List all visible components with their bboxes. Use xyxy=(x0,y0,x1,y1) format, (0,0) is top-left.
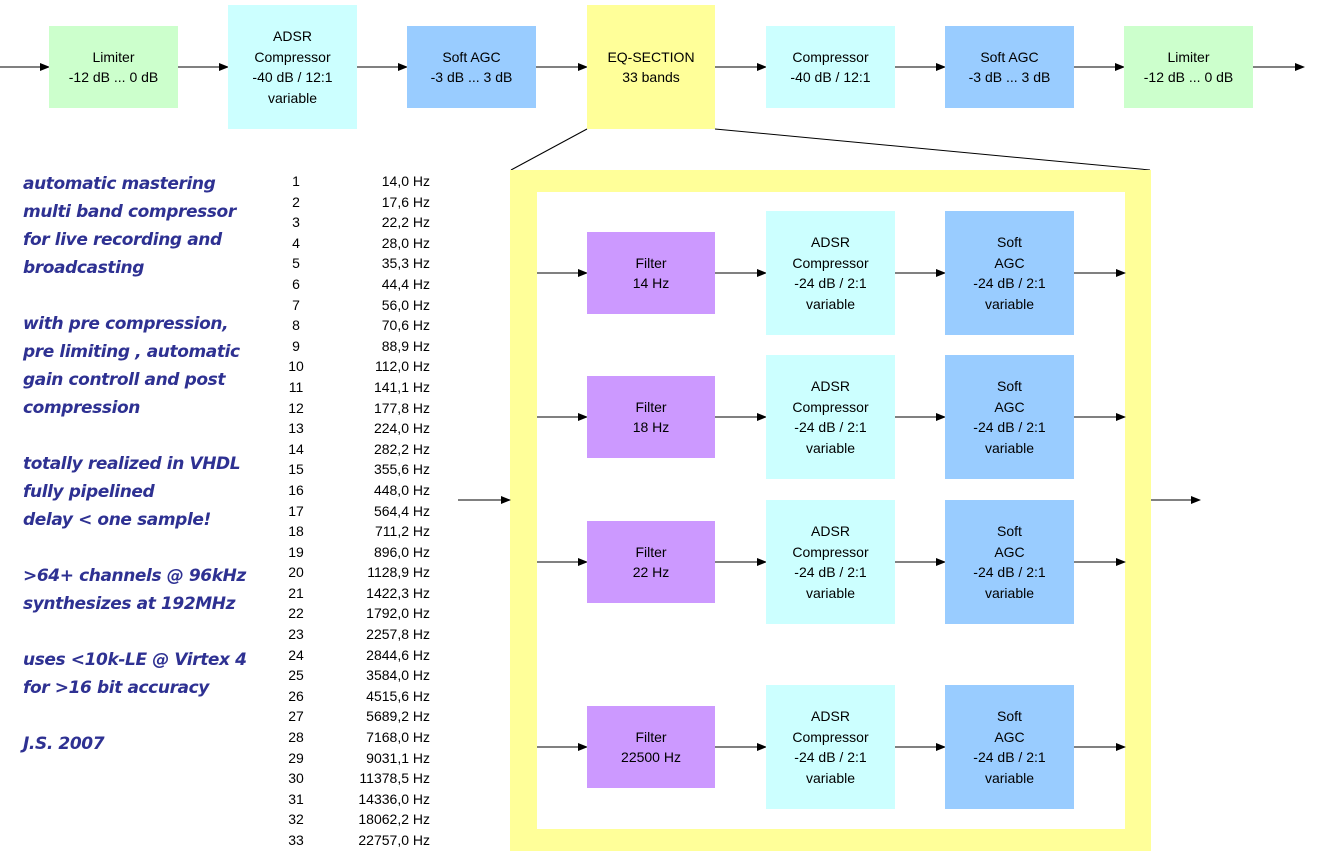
band-agc-block: Soft AGC -24 dB / 2:1 variable xyxy=(945,685,1074,809)
band-agc-block-label-line: variable xyxy=(984,584,1035,601)
band-agc-block-label-line: -24 dB / 2:1 xyxy=(973,275,1046,291)
band-agc-block-label-line: AGC xyxy=(994,728,1025,745)
band-compressor-block-label-line: variable xyxy=(805,769,856,786)
band-agc-block-label-line: Soft xyxy=(997,234,1022,250)
band-compressor-block-label-line: -24 dB / 2:1 xyxy=(794,564,867,580)
band-agc-block-label-line: Soft xyxy=(997,708,1022,724)
band-compressor-block-label-line: ADSR xyxy=(811,523,850,539)
filter-block-label-line: 22500 Hz xyxy=(621,749,681,765)
filter-block-label-line: 18 Hz xyxy=(632,419,670,435)
band-compressor-block-label-line: Compressor xyxy=(792,398,869,415)
band-compressor-block-label-line: variable xyxy=(805,295,856,312)
band-compressor-block-label-line: ADSR xyxy=(811,378,850,394)
band-agc-block-label-line: AGC xyxy=(994,254,1025,271)
band-agc-block-label-line: variable xyxy=(984,295,1035,312)
band-compressor-block: ADSR Compressor -24 dB / 2:1 variable xyxy=(766,685,895,809)
band-compressor-block-label-line: Compressor xyxy=(792,728,869,745)
band-agc-block: Soft AGC -24 dB / 2:1 variable xyxy=(945,500,1074,624)
band-compressor-block-label-line: ADSR xyxy=(811,234,850,250)
band-agc-block-label-line: -24 dB / 2:1 xyxy=(973,564,1046,580)
band-compressor-block-label-line: -24 dB / 2:1 xyxy=(794,275,867,291)
filter-block-label-line: Filter xyxy=(635,543,667,560)
band-compressor-block-label-line: Compressor xyxy=(792,254,869,271)
filter-block: Filter 22 Hz xyxy=(587,521,715,603)
filter-block-label-line: Filter xyxy=(635,254,667,271)
band-compressor-block-label-line: variable xyxy=(805,584,856,601)
band-compressor-block: ADSR Compressor -24 dB / 2:1 variable xyxy=(766,211,895,335)
band-agc-block-label-line: AGC xyxy=(994,543,1025,560)
band-agc-block-label-line: Soft xyxy=(997,378,1022,394)
filter-block: Filter 14 Hz xyxy=(587,232,715,314)
filter-block-label-line: 14 Hz xyxy=(632,275,670,291)
band-compressor-block: ADSR Compressor -24 dB / 2:1 variable xyxy=(766,355,895,479)
band-compressor-block-label-line: variable xyxy=(805,439,856,456)
band-compressor-block-label-line: ADSR xyxy=(811,708,850,724)
band-agc-block-label-line: variable xyxy=(984,769,1035,786)
band-agc-block-label-line: Soft xyxy=(997,523,1022,539)
band-compressor-block-label-line: -24 dB / 2:1 xyxy=(794,749,867,765)
filter-block-label-line: Filter xyxy=(635,398,667,415)
filter-block: Filter 18 Hz xyxy=(587,376,715,458)
filter-block-label-line: Filter xyxy=(635,728,667,745)
band-compressor-block-label-line: -24 dB / 2:1 xyxy=(794,419,867,435)
band-compressor-block: ADSR Compressor -24 dB / 2:1 variable xyxy=(766,500,895,624)
band-agc-block-label-line: variable xyxy=(984,439,1035,456)
band-compressor-block-label-line: Compressor xyxy=(792,543,869,560)
filter-block-label-line: 22 Hz xyxy=(632,564,670,580)
band-agc-block: Soft AGC -24 dB / 2:1 variable xyxy=(945,355,1074,479)
band-agc-block-label-line: AGC xyxy=(994,398,1025,415)
band-agc-block-label-line: -24 dB / 2:1 xyxy=(973,749,1046,765)
band-agc-block-label-line: -24 dB / 2:1 xyxy=(973,419,1046,435)
filter-block: Filter 22500 Hz xyxy=(587,706,715,788)
band-agc-block: Soft AGC -24 dB / 2:1 variable xyxy=(945,211,1074,335)
